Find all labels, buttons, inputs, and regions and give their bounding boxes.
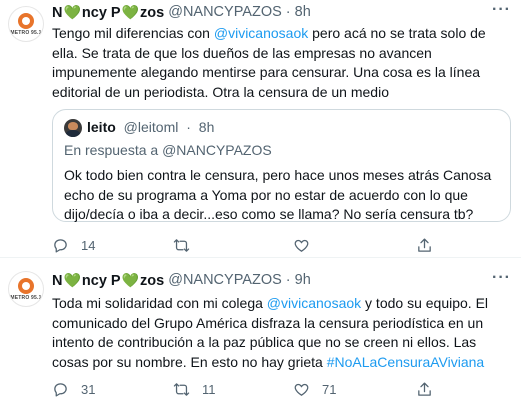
green-heart-icon: 💚 xyxy=(63,271,81,288)
quoted-avatar xyxy=(64,119,82,137)
tweet[interactable]: METRO 95.1 N💚ncy P💚zos @NANCYPAZOS · 9h … xyxy=(0,265,521,412)
action-bar: 31 11 71 xyxy=(52,381,512,401)
separator-dot: · xyxy=(285,4,291,20)
reply-count: 31 xyxy=(81,382,96,397)
green-heart-icon: 💚 xyxy=(121,271,140,288)
avatar[interactable]: METRO 95.1 xyxy=(8,271,44,307)
metro-logo-icon xyxy=(18,12,34,29)
share-button[interactable] xyxy=(416,237,433,254)
green-heart-icon: 💚 xyxy=(63,3,81,20)
share-icon xyxy=(418,382,431,396)
retweet-button[interactable] xyxy=(173,237,202,254)
metro-logo-icon xyxy=(18,277,34,294)
tweet-header: N💚ncy P💚zos @NANCYPAZOS · 9h xyxy=(52,271,311,289)
reply-context: En respuesta a @NANCYPAZOS xyxy=(64,142,272,158)
tweet-time[interactable]: 9h xyxy=(295,272,311,288)
mention-link[interactable]: @vivicanosaok xyxy=(267,295,361,311)
quoted-handle: @leitoml xyxy=(123,119,179,135)
green-heart-icon: 💚 xyxy=(121,3,140,20)
quoted-tweet[interactable]: leito @leitoml · 8h En respuesta a @NANC… xyxy=(52,109,511,222)
like-button[interactable]: 71 xyxy=(293,381,336,398)
like-icon xyxy=(294,239,309,252)
tweet-header: N💚ncy P💚zos @NANCYPAZOS · 8h xyxy=(52,3,311,21)
author-name[interactable]: N💚ncy P💚zos xyxy=(52,4,164,21)
tweet-text: Tengo mil diferencias con @vivicanosaok … xyxy=(52,25,486,100)
reply-handle: @NANCYPAZOS xyxy=(162,142,272,158)
reply-button[interactable]: 31 xyxy=(52,381,95,398)
separator-dot: · xyxy=(285,272,291,288)
reply-icon xyxy=(54,383,67,397)
author-handle[interactable]: @NANCYPAZOS xyxy=(168,272,282,288)
tweet-time[interactable]: 8h xyxy=(295,4,311,20)
retweet-icon xyxy=(173,239,190,252)
reply-button[interactable]: 14 xyxy=(52,237,95,254)
avatar-logo-text: METRO 95.1 xyxy=(10,294,42,301)
like-count: 71 xyxy=(322,382,337,397)
avatar-logo-text: METRO 95.1 xyxy=(10,29,42,36)
action-bar: 14 xyxy=(52,237,512,257)
share-icon xyxy=(418,238,431,252)
quoted-author-name: leito xyxy=(87,119,116,135)
quoted-text: Ok todo bien contra le censura, pero hac… xyxy=(64,167,492,222)
quoted-header: leito @leitoml · 8h xyxy=(87,119,214,135)
more-icon[interactable]: ··· xyxy=(492,1,511,19)
reply-icon xyxy=(54,239,67,253)
retweet-count: 11 xyxy=(202,382,216,397)
separator-dot: · xyxy=(186,119,191,135)
quoted-time: 8h xyxy=(198,119,215,135)
author-handle[interactable]: @NANCYPAZOS xyxy=(168,4,282,20)
more-icon[interactable]: ··· xyxy=(492,269,511,287)
hashtag-link[interactable]: #NoALaCensuraAViviana xyxy=(327,354,484,370)
like-icon xyxy=(294,383,309,396)
share-button[interactable] xyxy=(416,381,433,398)
retweet-button[interactable]: 11 xyxy=(173,381,216,398)
author-name[interactable]: N💚ncy P💚zos xyxy=(52,272,164,289)
avatar[interactable]: METRO 95.1 xyxy=(8,6,44,42)
retweet-icon xyxy=(173,383,190,396)
reply-count: 14 xyxy=(81,238,96,253)
mention-link[interactable]: @vivicanosaok xyxy=(214,25,308,41)
tweet-text: Toda mi solidaridad con mi colega @vivic… xyxy=(52,295,489,370)
like-button[interactable] xyxy=(293,237,322,254)
tweet[interactable]: METRO 95.1 N💚ncy P💚zos @NANCYPAZOS · 8h … xyxy=(0,0,521,258)
